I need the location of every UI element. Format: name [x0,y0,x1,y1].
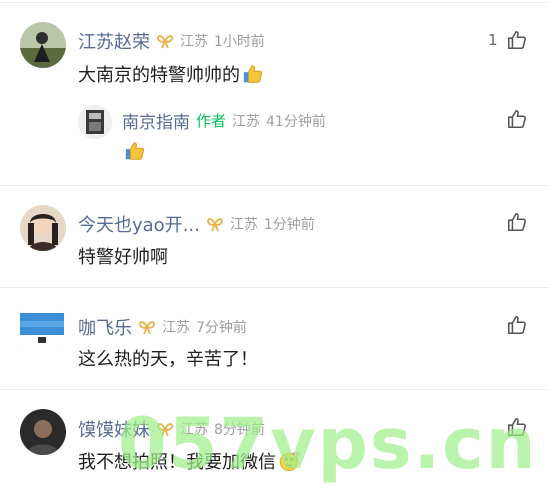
location: 江苏 [180,34,208,50]
svg-text:666: 666 [293,452,300,458]
comment-text: 大南京的特警帅帅的 [78,61,264,87]
avatar[interactable] [20,409,66,455]
divider [0,185,549,186]
avatar[interactable] [20,205,66,251]
thumbs-up-icon [507,109,526,129]
comment-section: 江苏赵荣 江苏 1小时前 1 大南京的特警帅帅的 南京指南 作者 江苏 41分钟… [0,0,549,500]
like-button[interactable] [506,314,528,336]
like-button[interactable] [506,416,528,438]
timestamp: 8分钟前 [214,422,265,438]
reply-location: 江苏 [232,113,261,130]
comment-text: 这么热的天，辛苦了！ [78,349,258,370]
comment-text: 我不想拍照！我要加微信 666 [78,448,300,474]
comment-header: 咖飞乐 江苏 7分钟前 [78,314,247,340]
location: 江苏 [162,320,190,336]
comment-text: 特警好帅啊 [78,247,168,268]
location: 江苏 [229,217,258,233]
author-tag: 作者 [196,112,227,130]
timestamp: 1小时前 [214,34,265,50]
ribbon-badge-icon [157,423,173,437]
comment-header: 江苏赵荣 江苏 1小时前 [78,28,265,54]
ribbon-badge-icon [157,35,173,49]
reply-username[interactable]: 南京指南 [122,108,190,133]
reply-text [122,140,146,163]
thumbs-up-icon [507,30,526,50]
avatar[interactable] [20,22,66,68]
reply-like-button[interactable] [506,108,528,130]
avatar[interactable] [20,307,64,351]
timestamp: 1分钟前 [263,217,315,233]
divider [0,2,549,3]
reply-avatar[interactable] [78,105,112,139]
thumbs-up-emoji-icon [243,65,263,83]
money-face-emoji-icon: 666 [279,452,300,472]
username[interactable]: 江苏赵荣 [78,28,150,54]
comment-header: 今天也yao开... 江苏 1分钟前 [78,211,315,237]
thumbs-up-emoji-icon [125,142,145,160]
thumbs-up-icon [507,212,526,232]
thumbs-up-icon [507,417,526,437]
reply-timestamp: 41分钟前 [266,113,326,130]
like-button[interactable]: 1 [488,29,528,51]
reply-header: 南京指南 作者 江苏 41分钟前 [122,108,326,133]
divider [0,287,549,288]
timestamp: 7分钟前 [196,320,247,336]
comment-header: 馍馍妹妹 江苏 8分钟前 [78,416,265,442]
username[interactable]: 咖飞乐 [78,314,132,340]
username[interactable]: 馍馍妹妹 [78,416,150,442]
like-button[interactable] [506,211,528,233]
location: 江苏 [180,422,208,438]
username[interactable]: 今天也yao开... [78,211,200,237]
ribbon-badge-icon [139,321,155,335]
ribbon-badge-icon [206,218,223,232]
divider [0,389,549,390]
like-count: 1 [488,31,498,49]
thumbs-up-icon [507,315,526,335]
